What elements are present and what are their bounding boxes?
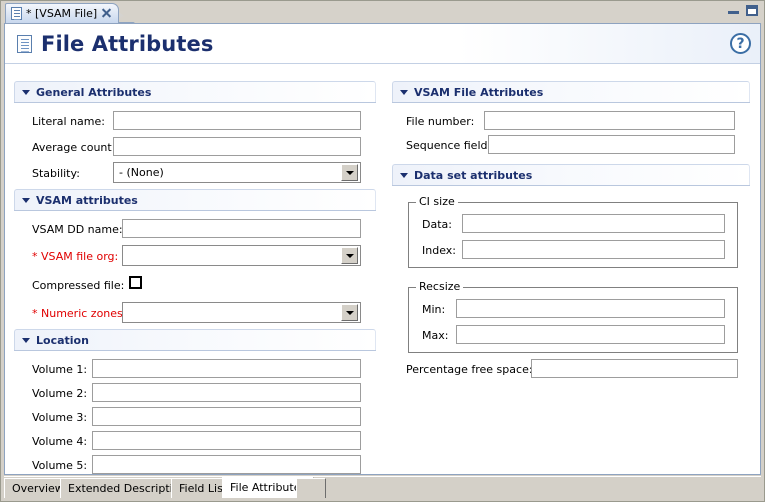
section-vsam-file-attributes-header[interactable]: VSAM File Attributes: [392, 81, 750, 102]
section-title: VSAM attributes: [36, 193, 138, 207]
section-title: Location: [36, 333, 89, 347]
chevron-down-icon: [22, 89, 30, 95]
section-location-body: Volume 1: Volume 2: Volume 3: Volume 4: …: [14, 351, 376, 479]
volume-2-input[interactable]: [92, 383, 361, 402]
numeric-zones-label: * Numeric zones:: [32, 307, 127, 320]
chevron-down-icon: [22, 197, 30, 203]
chevron-down-icon: [400, 172, 408, 178]
group-ci-size-label: CI size: [416, 196, 458, 208]
vsam-file-org-label: * VSAM file org:: [32, 250, 119, 263]
recsize-min-input[interactable]: [456, 299, 725, 318]
ci-size-index-input[interactable]: [462, 240, 725, 259]
editor-tab-strip: * [VSAM File]: [1, 1, 764, 23]
page-title: File Attributes: [41, 32, 214, 56]
stability-label: Stability:: [32, 167, 80, 180]
stability-dropdown[interactable]: - (None): [113, 162, 361, 183]
chevron-down-icon[interactable]: [341, 304, 358, 321]
section-vsam-attributes-body: VSAM DD name: * VSAM file org: Compresse…: [14, 211, 376, 323]
volume-4-input[interactable]: [92, 431, 361, 450]
section-general-attributes: General Attributes Literal name: Average…: [14, 81, 376, 183]
help-icon[interactable]: ?: [730, 33, 751, 54]
section-title: VSAM File Attributes: [414, 85, 544, 99]
section-location-header[interactable]: Location: [14, 329, 376, 350]
volume-1-label: Volume 1:: [32, 363, 88, 376]
volume-5-input[interactable]: [92, 455, 361, 474]
ci-size-data-label: Data:: [422, 218, 452, 231]
compressed-file-label: Compressed file:: [32, 279, 125, 292]
compressed-file-checkbox[interactable]: [129, 276, 142, 289]
group-recsize-label: Recsize: [416, 281, 464, 293]
sequence-field-input[interactable]: [488, 135, 735, 154]
vsam-file-org-dropdown[interactable]: [122, 245, 361, 266]
volume-4-label: Volume 4:: [32, 435, 88, 448]
volume-2-label: Volume 2:: [32, 387, 88, 400]
file-number-label: File number:: [406, 115, 475, 128]
form-area: File Attributes ? General Attributes Lit…: [4, 23, 761, 475]
volume-3-input[interactable]: [92, 407, 361, 426]
literal-name-input[interactable]: [113, 111, 361, 130]
recsize-min-label: Min:: [422, 303, 446, 316]
minimize-icon[interactable]: [728, 6, 739, 16]
tab-bar-filler: [296, 478, 326, 498]
editor-tab-label: * [VSAM File]: [26, 7, 98, 20]
numeric-zones-dropdown[interactable]: [122, 302, 361, 323]
recsize-max-input[interactable]: [456, 325, 725, 344]
average-count-input[interactable]: [113, 137, 361, 156]
volume-1-input[interactable]: [92, 359, 361, 378]
section-vsam-attributes: VSAM attributes VSAM DD name: * VSAM fil…: [14, 189, 376, 323]
section-data-set-attributes: Data set attributes CI size Data: Index:…: [392, 164, 750, 386]
average-count-label: Average count:: [32, 141, 116, 154]
group-recsize: Recsize Min: Max:: [408, 281, 738, 353]
section-data-set-attributes-header[interactable]: Data set attributes: [392, 164, 750, 185]
ci-size-index-label: Index:: [422, 244, 456, 257]
maximize-icon[interactable]: [746, 5, 758, 16]
section-title: Data set attributes: [414, 168, 533, 182]
tab-label: Overview: [12, 482, 64, 495]
document-icon: [11, 7, 22, 20]
ci-size-data-input[interactable]: [462, 214, 725, 233]
section-general-attributes-header[interactable]: General Attributes: [14, 81, 376, 102]
chevron-down-icon[interactable]: [341, 247, 358, 264]
section-location: Location Volume 1: Volume 2: Volume 3: V…: [14, 329, 376, 479]
vsam-dd-name-label: VSAM DD name:: [32, 223, 123, 236]
document-icon: [17, 35, 32, 53]
editor-tab-vsam-file[interactable]: * [VSAM File]: [5, 3, 120, 23]
recsize-max-label: Max:: [422, 329, 449, 342]
literal-name-label: Literal name:: [32, 115, 105, 128]
window-controls: [728, 5, 758, 16]
section-general-attributes-body: Literal name: Average count: Stability: …: [14, 103, 376, 183]
editor-window: * [VSAM File] File Attributes ? General …: [0, 0, 765, 502]
tab-label: Field List: [179, 482, 228, 495]
section-vsam-file-attributes-body: File number: Sequence field:: [392, 103, 750, 159]
tab-label: File Attributes: [230, 481, 307, 494]
chevron-down-icon: [22, 337, 30, 343]
vsam-dd-name-input[interactable]: [122, 219, 361, 238]
volume-5-label: Volume 5:: [32, 459, 88, 472]
volume-3-label: Volume 3:: [32, 411, 88, 424]
page-tab-bar: Overview Extended Description Field List…: [4, 476, 761, 498]
tab-label: Extended Description: [68, 482, 187, 495]
chevron-down-icon[interactable]: [341, 164, 358, 181]
file-number-input[interactable]: [484, 111, 735, 130]
percentage-free-space-label: Percentage free space:: [406, 363, 533, 376]
sequence-field-label: Sequence field:: [406, 139, 492, 152]
stability-value: - (None): [119, 166, 164, 179]
chevron-down-icon: [400, 89, 408, 95]
section-vsam-file-attributes: VSAM File Attributes File number: Sequen…: [392, 81, 750, 159]
section-data-set-attributes-body: CI size Data: Index: Recsize Min: Max: P…: [392, 186, 750, 386]
group-ci-size: CI size Data: Index:: [408, 196, 738, 268]
percentage-free-space-input[interactable]: [531, 359, 738, 378]
close-icon[interactable]: [101, 8, 112, 19]
section-title: General Attributes: [36, 85, 152, 99]
section-vsam-attributes-header[interactable]: VSAM attributes: [14, 189, 376, 210]
form-header: File Attributes ?: [5, 24, 760, 64]
